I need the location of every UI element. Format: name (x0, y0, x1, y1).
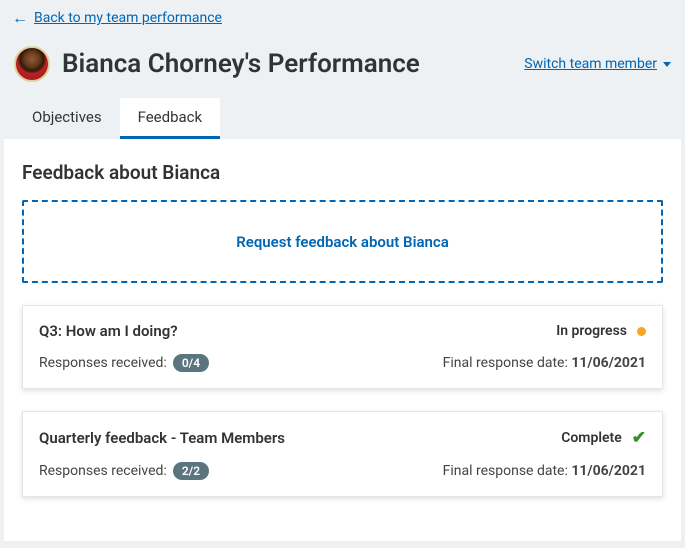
status-badge: In progress (556, 323, 646, 339)
switch-team-member-link[interactable]: Switch team member (524, 56, 671, 72)
responses-pill: 2/2 (173, 462, 209, 480)
page-title: Bianca Chorney's Performance (62, 49, 512, 79)
card-title: Quarterly feedback - Team Members (39, 429, 285, 447)
responses-received: Responses received: 2/2 (39, 462, 209, 480)
final-response-value: 11/06/2021 (571, 355, 646, 371)
card-title: Q3: How am I doing? (39, 322, 178, 340)
feedback-card[interactable]: Quarterly feedback - Team Members Comple… (22, 411, 663, 497)
arrow-left-icon: ← (12, 8, 28, 28)
checkmark-icon: ✔ (632, 428, 646, 448)
final-response-label: Final response date: (443, 355, 572, 371)
responses-pill: 0/4 (173, 354, 209, 372)
feedback-card[interactable]: Q3: How am I doing? In progress Response… (22, 305, 663, 389)
tabs-row: Objectives Feedback (0, 98, 685, 139)
back-link[interactable]: Back to my team performance (34, 10, 222, 26)
final-response-date: Final response date: 11/06/2021 (443, 463, 646, 479)
request-feedback-button[interactable]: Request feedback about Bianca (22, 200, 663, 283)
final-response-date: Final response date: 11/06/2021 (443, 355, 646, 371)
section-title: Feedback about Bianca (22, 161, 663, 184)
status-label: Complete (561, 430, 622, 446)
request-feedback-label: Request feedback about Bianca (236, 233, 449, 251)
tab-feedback[interactable]: Feedback (120, 98, 221, 139)
status-badge: Complete ✔ (561, 428, 646, 448)
avatar (14, 46, 50, 82)
responses-received-label: Responses received: (39, 355, 167, 371)
tab-objectives[interactable]: Objectives (14, 98, 120, 139)
header-row: Bianca Chorney's Performance Switch team… (0, 36, 685, 98)
responses-received: Responses received: 0/4 (39, 354, 209, 372)
back-link-row: ← Back to my team performance (0, 0, 685, 36)
status-label: In progress (556, 323, 627, 339)
final-response-label: Final response date: (443, 463, 572, 479)
switch-team-member-label: Switch team member (524, 56, 657, 72)
caret-down-icon (663, 62, 671, 67)
main-panel: Feedback about Bianca Request feedback a… (4, 139, 681, 541)
progress-dot-icon (637, 327, 646, 336)
responses-received-label: Responses received: (39, 463, 167, 479)
final-response-value: 11/06/2021 (571, 463, 646, 479)
